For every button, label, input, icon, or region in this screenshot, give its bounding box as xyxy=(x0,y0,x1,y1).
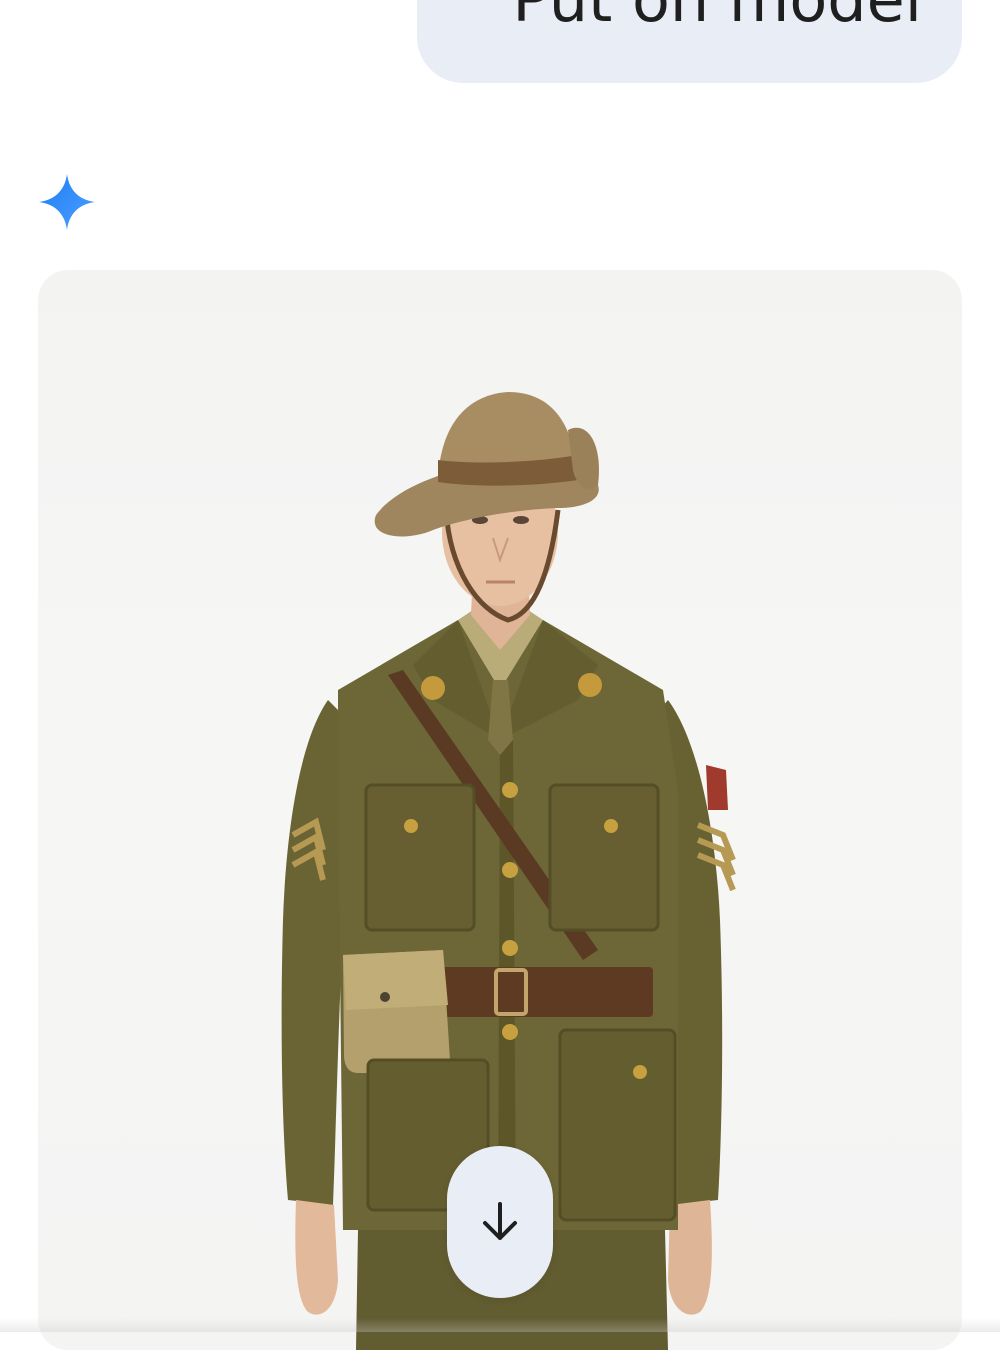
user-message-text: Put on model xyxy=(512,0,922,31)
user-message-bubble: Put on model xyxy=(417,0,962,83)
scroll-down-button[interactable] xyxy=(447,1146,553,1298)
arrow-down-icon xyxy=(483,1202,517,1240)
bottom-edge-shadow xyxy=(0,1318,1000,1332)
gemini-spark-icon xyxy=(39,174,95,230)
